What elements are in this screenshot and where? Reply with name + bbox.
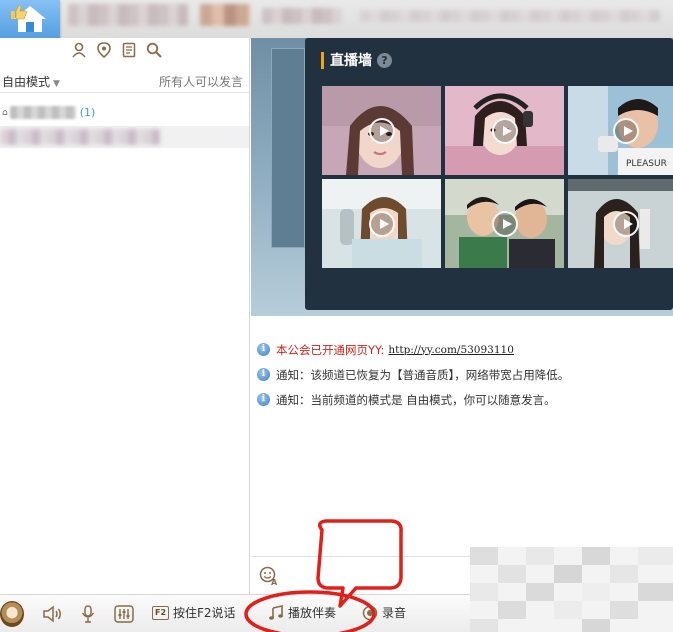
location-pin-icon[interactable] <box>95 41 113 59</box>
svg-text:A: A <box>271 578 278 586</box>
live-wall-title: 直播墙 <box>330 53 372 69</box>
play-icon <box>368 210 395 237</box>
blurred-channel-logo <box>200 4 250 26</box>
audio-quality-notice: 通知：该频道已恢复为【普通音质】，网络带宽占用降低。 <box>276 367 570 382</box>
channel-mode-notice: 通知：当前频道的模式是 自由模式，你可以随意发言。 <box>276 392 556 407</box>
blurred-channel-info <box>262 8 342 24</box>
chevron-down-icon: ▼ <box>53 79 60 89</box>
live-wall-header: 直播墙 ? <box>321 50 392 70</box>
live-video-thumbnail[interactable] <box>568 179 673 268</box>
record-label: 录音 <box>382 606 407 620</box>
play-icon <box>491 210 518 237</box>
svg-text:PLEASUR: PLEASUR <box>626 159 667 169</box>
record-icon <box>362 605 378 620</box>
stage-side-panel <box>271 48 305 248</box>
equalizer-settings-icon[interactable] <box>114 605 134 626</box>
mode-label: 自由模式 <box>2 75 51 89</box>
user-list-item[interactable] <box>0 126 249 148</box>
blurred-header-text <box>360 10 660 22</box>
live-video-thumbnail[interactable] <box>445 179 564 268</box>
emoji-font-icon[interactable]: A <box>259 566 279 589</box>
play-accompaniment-button[interactable]: 播放伴奏 <box>268 604 336 621</box>
push-to-talk-button[interactable]: F2 按住F2说话 <box>152 604 236 621</box>
search-icon[interactable] <box>145 41 163 59</box>
live-video-thumbnail[interactable]: PLEASUR <box>568 86 673 175</box>
channel-member-count: (1) <box>79 106 96 119</box>
help-icon[interactable]: ? <box>377 52 392 68</box>
user-management-icon[interactable] <box>70 41 88 59</box>
top-bar <box>0 0 673 38</box>
member-toolbar <box>70 41 163 59</box>
web-yy-notice: 本公会已开通网页YY: <box>276 342 385 357</box>
live-wall-panel: 直播墙 ? PLEASUR <box>305 38 673 310</box>
chat-message-list: i 本公会已开通网页YY: http://yy.com/53093110 i 通… <box>257 337 673 412</box>
microphone-icon[interactable] <box>80 605 96 626</box>
music-note-icon <box>269 604 283 620</box>
play-icon <box>613 117 639 144</box>
member-panel: 自由模式 ▼ 所有人可以发言 ⌂ (1) <box>0 38 250 594</box>
chat-message: i 通知：该频道已恢复为【普通音质】，网络带宽占用降低。 <box>257 362 673 387</box>
mode-dropdown[interactable]: 自由模式 ▼ <box>2 73 60 90</box>
blurred-username <box>0 129 160 145</box>
record-button[interactable]: 录音 <box>362 604 406 621</box>
play-icon <box>613 210 639 237</box>
push-to-talk-label: 按住F2说话 <box>173 606 236 620</box>
blurred-channel-name <box>9 106 76 119</box>
web-yy-link[interactable]: http://yy.com/53093110 <box>388 344 513 356</box>
chat-message: i 本公会已开通网页YY: http://yy.com/53093110 <box>257 337 673 362</box>
info-icon: i <box>257 343 270 356</box>
mode-row: 自由模式 ▼ 所有人可以发言 <box>0 71 249 93</box>
thumbs-up-icon <box>11 4 27 20</box>
info-icon: i <box>257 393 270 406</box>
f2-key-icon: F2 <box>152 605 169 620</box>
info-icon: i <box>257 368 270 381</box>
chat-message: i 通知：当前频道的模式是 自由模式，你可以随意发言。 <box>257 387 673 412</box>
live-video-thumbnail[interactable] <box>445 86 564 175</box>
accompaniment-label: 播放伴奏 <box>288 606 337 620</box>
play-icon <box>368 117 395 144</box>
channel-tree-item[interactable]: ⌂ (1) <box>2 106 95 119</box>
play-icon <box>491 117 518 144</box>
yy-channel-window: 自由模式 ▼ 所有人可以发言 ⌂ (1) 直播墙 ? PLEASUR i 本公会… <box>0 0 673 632</box>
speak-permission-hint: 所有人可以发言 <box>158 75 243 89</box>
channel-home-icon: ⌂ <box>2 107 8 118</box>
title-accent-bar <box>321 51 324 69</box>
pixelated-region <box>470 547 673 632</box>
notes-icon[interactable] <box>120 41 138 59</box>
speaker-volume-icon[interactable] <box>42 605 64 626</box>
live-video-thumbnail[interactable] <box>322 86 441 175</box>
live-video-thumbnail[interactable] <box>322 179 441 268</box>
avatar[interactable] <box>0 601 24 627</box>
blurred-channel-title <box>68 4 188 26</box>
